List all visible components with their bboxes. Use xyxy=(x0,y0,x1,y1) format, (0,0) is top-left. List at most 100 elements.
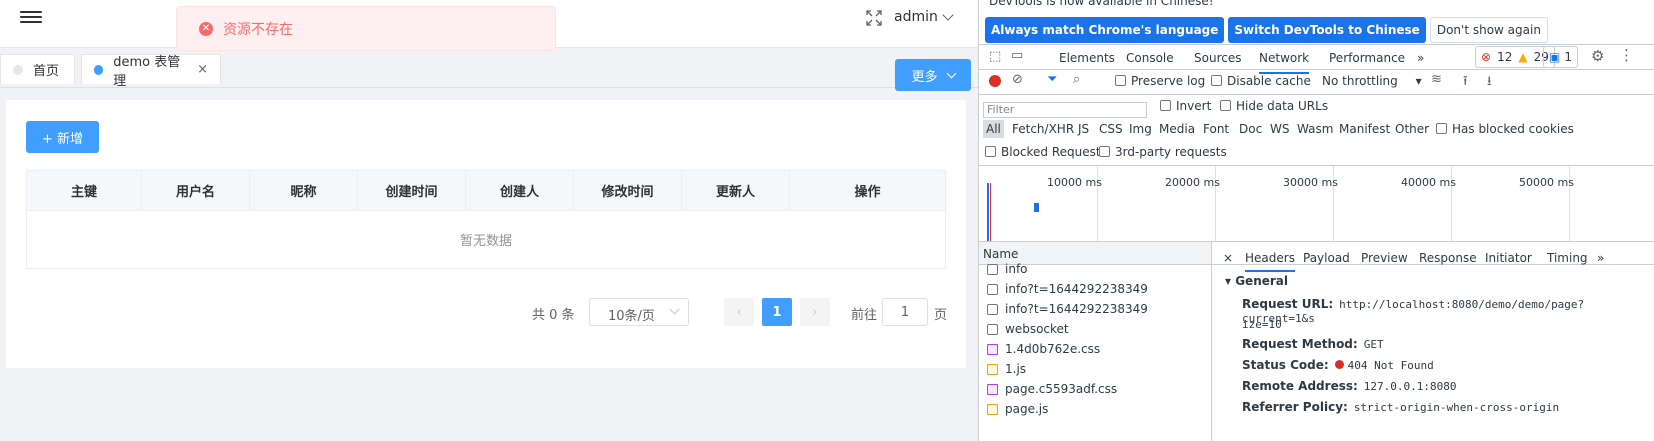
blocked-requests-checkbox[interactable]: Blocked Requests xyxy=(985,145,1107,159)
tab-close-icon[interactable]: × xyxy=(197,62,208,77)
type-filter-other[interactable]: Other xyxy=(1395,122,1429,136)
network-conditions-icon[interactable]: ≋ xyxy=(1431,72,1442,87)
disable-cache-checkbox[interactable]: Disable cache xyxy=(1211,74,1311,88)
tab-headers[interactable]: Headers xyxy=(1245,251,1295,272)
tab-console[interactable]: Console xyxy=(1126,51,1174,65)
request-row[interactable]: websocket xyxy=(987,322,1069,336)
close-detail-icon[interactable]: × xyxy=(1223,251,1233,265)
more-tabs-icon[interactable]: » xyxy=(1417,51,1424,65)
column-header: 修改时间 xyxy=(574,171,682,210)
chevron-down-icon[interactable] xyxy=(942,9,954,21)
timeline-label: 30000 ms xyxy=(1283,176,1338,189)
more-button[interactable]: 更多 xyxy=(895,59,971,91)
tab-timing[interactable]: Timing xyxy=(1547,251,1588,265)
type-filter-doc[interactable]: Doc xyxy=(1239,122,1262,136)
devtools-panel: DevTools is now available in Chinese! Al… xyxy=(978,0,1654,441)
prev-page-button[interactable]: ‹ xyxy=(724,298,754,326)
device-toolbar-icon[interactable]: ▭ xyxy=(1011,48,1023,63)
request-row[interactable]: info xyxy=(987,262,1028,276)
request-row[interactable]: 1.4d0b762e.css xyxy=(987,342,1100,356)
request-row[interactable]: 1.js xyxy=(987,362,1026,376)
chevron-down-icon xyxy=(946,68,956,78)
tab-initiator[interactable]: Initiator xyxy=(1485,251,1532,265)
next-page-button[interactable]: › xyxy=(800,298,830,326)
tab-preview[interactable]: Preview xyxy=(1361,251,1408,265)
fullscreen-icon[interactable] xyxy=(866,10,882,26)
user-menu[interactable]: admin xyxy=(894,9,938,25)
type-filter-font[interactable]: Font xyxy=(1203,122,1229,136)
request-row[interactable]: info?t=1644292238349 xyxy=(987,282,1148,296)
tab-performance[interactable]: Performance xyxy=(1329,51,1405,65)
type-filter-ws[interactable]: WS xyxy=(1270,122,1289,136)
tab-network[interactable]: Network xyxy=(1259,51,1310,74)
invert-label: Invert xyxy=(1176,99,1212,113)
hide-data-urls-label: Hide data URLs xyxy=(1236,99,1329,113)
tab-sources[interactable]: Sources xyxy=(1194,51,1241,65)
clear-icon[interactable]: ⊘ xyxy=(1012,72,1023,87)
preserve-log-checkbox[interactable]: Preserve log xyxy=(1115,74,1205,88)
type-filter-img[interactable]: Img xyxy=(1129,122,1152,136)
language-buttons: Always match Chrome's language Switch De… xyxy=(985,17,1548,43)
request-name: info xyxy=(1005,262,1028,276)
request-url-row: Request URL: http://localhost:8080/demo/d… xyxy=(1242,297,1654,325)
tab-demo[interactable]: demo 表管理 × xyxy=(81,54,221,89)
hamburger-icon[interactable] xyxy=(20,8,42,26)
export-har-icon[interactable]: ⭳ xyxy=(1487,72,1492,94)
error-count: 12 xyxy=(1497,50,1513,64)
goto-page-input[interactable]: 1 xyxy=(882,298,928,326)
add-button[interactable]: + 新增 xyxy=(26,121,99,153)
general-section-header[interactable]: ▾ General xyxy=(1225,274,1288,288)
import-har-icon[interactable]: ⭱ xyxy=(1463,72,1468,94)
messages-counter[interactable]: ▣ 1 xyxy=(1543,46,1578,68)
type-filter-wasm[interactable]: Wasm xyxy=(1297,122,1333,136)
invert-checkbox[interactable]: Invert xyxy=(1160,99,1211,113)
search-icon[interactable]: ⌕ xyxy=(1073,72,1080,87)
tab-label: demo 表管理 xyxy=(113,54,181,89)
tab-home[interactable]: 首页 xyxy=(0,54,75,84)
document-icon xyxy=(987,283,998,295)
type-filter-media[interactable]: Media xyxy=(1159,122,1195,136)
document-icon xyxy=(987,323,998,335)
type-filter-js[interactable]: JS xyxy=(1078,122,1089,136)
expand-triangle-icon: ▾ xyxy=(1225,274,1236,288)
blocked-cookies-checkbox[interactable]: Has blocked cookies xyxy=(1436,122,1574,136)
throttling-select[interactable]: No throttling ▾ xyxy=(1322,74,1422,88)
stylesheet-icon xyxy=(987,343,998,355)
script-icon xyxy=(987,363,998,375)
page-size-select[interactable]: 10条/页 xyxy=(589,298,689,326)
request-row[interactable]: info?t=1644292238349 xyxy=(987,302,1148,316)
type-filter-manifest[interactable]: Manifest xyxy=(1339,122,1390,136)
header-key: Request URL: xyxy=(1242,297,1334,311)
type-filter-css[interactable]: CSS xyxy=(1099,122,1123,136)
filter-input[interactable]: Filter xyxy=(983,102,1147,118)
warning-icon: ▲ xyxy=(1518,50,1528,64)
document-icon xyxy=(987,263,998,275)
tab-payload[interactable]: Payload xyxy=(1303,251,1350,265)
more-tabs-icon[interactable]: » xyxy=(1597,251,1604,265)
panel-splitter[interactable] xyxy=(1211,241,1212,441)
more-button-label: 更多 xyxy=(911,69,938,85)
settings-gear-icon[interactable]: ⚙ xyxy=(1591,47,1604,65)
tab-elements[interactable]: Elements xyxy=(1059,51,1115,65)
switch-chinese-button[interactable]: Switch DevTools to Chinese xyxy=(1228,17,1426,43)
request-row[interactable]: page.js xyxy=(987,402,1048,416)
type-filter-xhr[interactable]: Fetch/XHR xyxy=(1012,122,1074,136)
tab-response[interactable]: Response xyxy=(1419,251,1477,265)
throttling-value: No throttling xyxy=(1322,74,1398,88)
page-number-current[interactable]: 1 xyxy=(762,298,792,326)
filter-icon[interactable]: ⏷ xyxy=(1047,72,1057,87)
kebab-menu-icon[interactable]: ⋮ xyxy=(1619,46,1634,64)
type-filter-all[interactable]: All xyxy=(983,120,1004,138)
inspect-element-icon[interactable]: ⬚ xyxy=(989,49,1001,64)
checkbox-box xyxy=(1099,146,1110,157)
record-icon[interactable] xyxy=(989,75,1001,87)
third-party-checkbox[interactable]: 3rd-party requests xyxy=(1099,145,1227,159)
devtools-banner-text: DevTools is now available in Chinese! xyxy=(989,0,1214,8)
hide-data-urls-checkbox[interactable]: Hide data URLs xyxy=(1220,99,1328,113)
blocked-cookies-label: Has blocked cookies xyxy=(1452,122,1574,136)
match-language-button[interactable]: Always match Chrome's language xyxy=(985,17,1225,43)
dont-show-again-button[interactable]: Don't show again xyxy=(1429,17,1548,43)
disable-cache-label: Disable cache xyxy=(1227,74,1311,88)
page-suffix: 页 xyxy=(934,308,948,323)
request-row[interactable]: page.c5593adf.css xyxy=(987,382,1117,396)
